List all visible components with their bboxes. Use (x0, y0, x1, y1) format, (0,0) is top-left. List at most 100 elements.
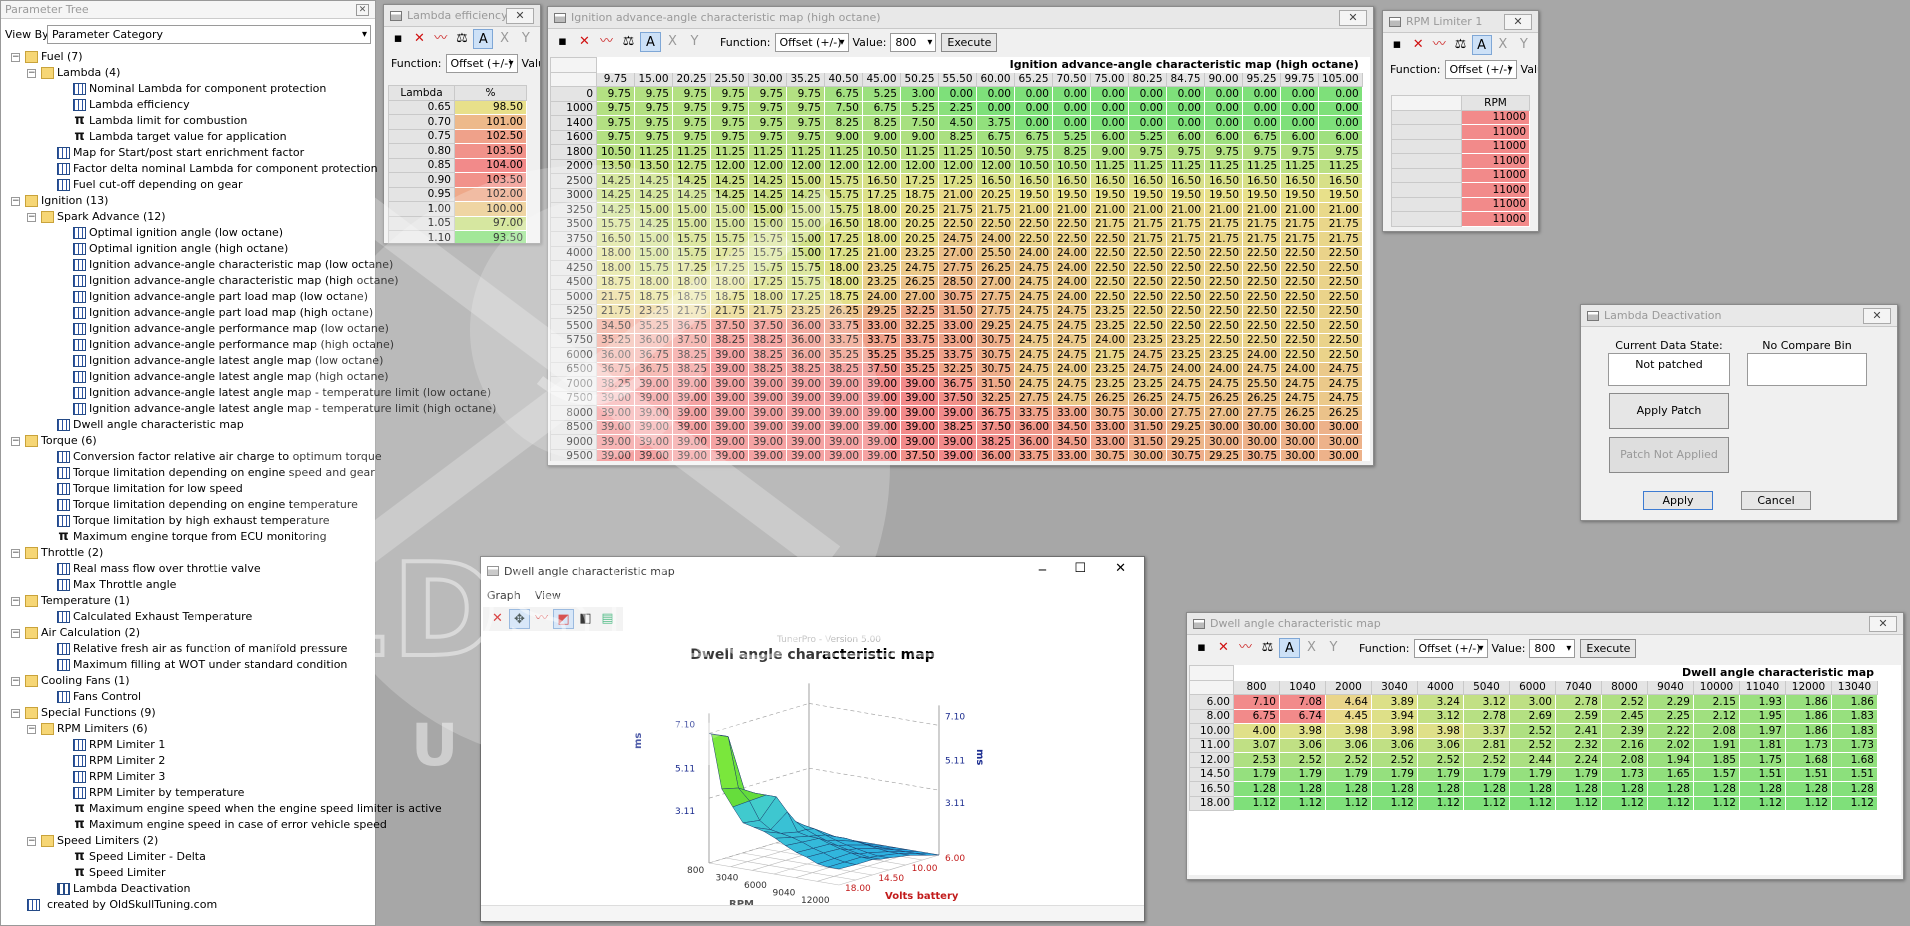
deactivation-titlebar[interactable]: Lambda Deactivation ✕ (1581, 305, 1897, 327)
table-cell[interactable]: 24.00 (1052, 274, 1091, 290)
table-cell[interactable]: 23.25 (1204, 347, 1243, 363)
table-cell[interactable]: 2.16 (1601, 737, 1648, 753)
table-cell[interactable]: 5.25 (900, 100, 939, 116)
table-cell[interactable]: 6.74 (1279, 708, 1326, 724)
table-cell[interactable]: 15.00 (748, 202, 787, 218)
table-cell[interactable]: 1.97 (1739, 723, 1786, 739)
table-cell[interactable]: 24.00 (1204, 361, 1243, 377)
table-cell[interactable]: 30.00 (1280, 448, 1319, 461)
table-cell[interactable]: 18.75 (824, 289, 863, 305)
table-cell[interactable]: 17.25 (710, 245, 749, 261)
table-cell[interactable]: 9.75 (786, 129, 825, 145)
table-cell[interactable]: 16.50 (1280, 173, 1319, 189)
table-cell[interactable]: 39.00 (672, 390, 711, 406)
table-cell[interactable]: 39.00 (748, 405, 787, 421)
table-cell[interactable]: 0.00 (1166, 115, 1205, 131)
table-cell[interactable]: 34.50 (596, 318, 635, 334)
table-cell[interactable]: 22.50 (1280, 274, 1319, 290)
table-cell[interactable]: 15.00 (672, 202, 711, 218)
table-cell[interactable]: 39.00 (900, 376, 939, 392)
table-cell[interactable]: 3.94 (1371, 708, 1418, 724)
table-cell[interactable]: 3.89 (1371, 694, 1418, 710)
delete-icon[interactable]: ✕ (487, 609, 508, 629)
table-cell[interactable]: 1.73 (1785, 737, 1832, 753)
table-cell[interactable]: 20.25 (900, 202, 939, 218)
tree-item[interactable]: Ignition advance-angle characteristic ma… (1, 273, 399, 289)
table-cell[interactable]: 39.00 (900, 419, 939, 435)
table-cell[interactable]: 26.25 (1280, 405, 1319, 421)
close-button[interactable]: ✕ (1863, 308, 1891, 324)
table-cell[interactable]: 7.08 (1279, 694, 1326, 710)
function-select[interactable]: Offset (+/-) (1444, 59, 1517, 79)
table-cell[interactable]: 39.00 (938, 405, 977, 421)
table-cell[interactable]: 3.37 (1463, 723, 1510, 739)
table-cell[interactable]: 6.75 (1233, 708, 1280, 724)
table-cell[interactable]: 21.75 (1204, 231, 1243, 247)
text-icon[interactable]: A (640, 32, 661, 52)
table-cell[interactable]: 6.00 (1090, 129, 1129, 145)
table-cell[interactable]: 2.52 (1601, 694, 1648, 710)
table-cell[interactable]: 33.00 (1052, 448, 1091, 461)
table-cell[interactable]: 12.00 (824, 158, 863, 174)
scale-icon[interactable]: ⚖ (618, 32, 639, 52)
table-cell[interactable]: 3.06 (1371, 737, 1418, 753)
table-cell[interactable]: 22.50 (1166, 274, 1205, 290)
table-cell[interactable]: 22.50 (1204, 303, 1243, 319)
table-cell[interactable]: 27.75 (1242, 405, 1281, 421)
table-cell[interactable]: 19.50 (1318, 187, 1363, 203)
fork-icon[interactable]: Y (684, 32, 705, 52)
table-cell[interactable]: 102.00 (454, 186, 527, 202)
disabled-x-icon[interactable]: X (1301, 638, 1322, 658)
table-cell[interactable]: 30.00 (1318, 448, 1363, 461)
table-cell[interactable]: 2.81 (1463, 737, 1510, 753)
table-cell[interactable]: 22.50 (1318, 274, 1363, 290)
table-cell[interactable]: 29.25 (1166, 434, 1205, 450)
table-cell[interactable]: 29.25 (1166, 419, 1205, 435)
table-cell[interactable]: 1.73 (1601, 766, 1648, 782)
table-cell[interactable]: 24.75 (1014, 332, 1053, 348)
table-cell[interactable]: 9.75 (786, 100, 825, 116)
table-cell[interactable]: 1.12 (1371, 795, 1418, 811)
table-cell[interactable]: 15.00 (786, 231, 825, 247)
table-cell[interactable]: 24.75 (900, 260, 939, 276)
table-cell[interactable]: 11.25 (786, 144, 825, 160)
tree-item[interactable]: π Speed Limiter - Delta (1, 849, 377, 865)
table-cell[interactable]: 1.12 (1509, 795, 1556, 811)
table-cell[interactable]: 10.50 (862, 144, 901, 160)
table-cell[interactable]: 23.25 (900, 245, 939, 261)
table-cell[interactable]: 15.00 (634, 231, 673, 247)
table-cell[interactable]: 12.00 (786, 158, 825, 174)
table-cell[interactable]: 11.25 (748, 144, 787, 160)
table-cell[interactable]: 24.75 (1014, 303, 1053, 319)
table-cell[interactable]: 38.25 (672, 361, 711, 377)
table-cell[interactable]: 9.75 (634, 100, 673, 116)
table-cell[interactable]: 30.00 (1128, 405, 1167, 421)
table-cell[interactable]: 1.51 (1739, 766, 1786, 782)
table-cell[interactable]: 17.25 (748, 274, 787, 290)
table-cell[interactable]: 17.25 (862, 187, 901, 203)
table-cell[interactable]: 2.52 (1325, 752, 1372, 768)
table-cell[interactable]: 10.50 (596, 144, 635, 160)
table-cell[interactable]: 16.50 (862, 173, 901, 189)
tree-item[interactable]: RPM Limiter 3 (1, 769, 377, 785)
table-cell[interactable]: 15.75 (672, 231, 711, 247)
tree-item[interactable]: Ignition advance-angle performance map (… (1, 337, 394, 353)
table-cell[interactable]: 38.25 (748, 332, 787, 348)
table-cell[interactable]: 11.25 (634, 144, 673, 160)
table-cell[interactable]: 1.28 (1417, 781, 1464, 797)
table-cell[interactable]: 24.75 (1204, 376, 1243, 392)
table-cell[interactable]: 1.12 (1463, 795, 1510, 811)
table-cell[interactable]: 11.25 (672, 144, 711, 160)
table-cell[interactable]: 3.98 (1325, 723, 1372, 739)
table-cell[interactable]: 1.12 (1233, 795, 1280, 811)
table-cell[interactable]: 39.00 (596, 405, 635, 421)
table-cell[interactable]: 21.75 (1242, 231, 1281, 247)
apply-button[interactable]: Apply (1643, 491, 1713, 510)
table-cell[interactable]: 30.75 (1090, 405, 1129, 421)
table-cell[interactable]: 9.75 (1014, 144, 1053, 160)
tree-item[interactable]: − Temperature (1) (1, 593, 377, 609)
table-cell[interactable]: 18.00 (824, 274, 863, 290)
tree-item[interactable]: Lambda Deactivation (1, 881, 377, 897)
table-cell[interactable]: 26.25 (900, 274, 939, 290)
table-cell[interactable]: 93.50 (454, 230, 527, 243)
